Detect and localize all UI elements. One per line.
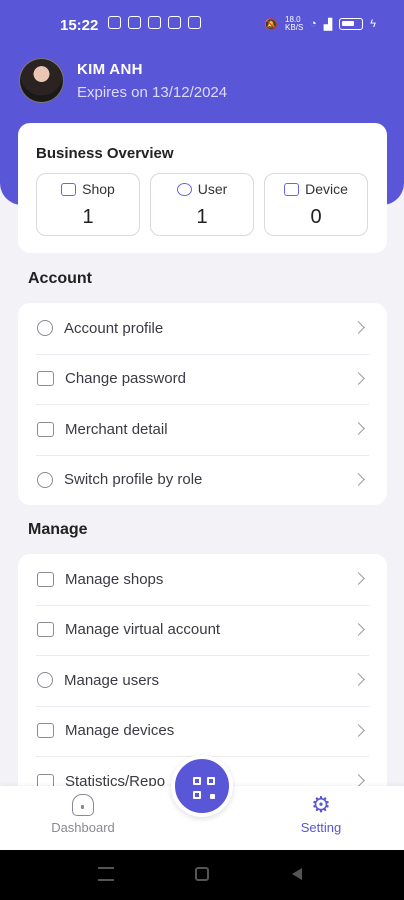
stat-device[interactable]: Device 0: [264, 173, 368, 236]
tab-label: Dashboard: [51, 820, 115, 835]
stat-value: 0: [310, 206, 322, 228]
business-overview-card: Business Overview Shop 1 User 1 Device 0: [18, 123, 387, 253]
chevron-right-icon: [352, 622, 365, 636]
tab-setting[interactable]: ⚙ Setting: [271, 792, 371, 836]
charging-icon: ϟ: [370, 18, 376, 30]
profile-name: KIM ANH: [77, 60, 143, 78]
qr-code-icon: [193, 777, 215, 799]
chevron-right-icon: [352, 723, 365, 737]
menu-switch-profile[interactable]: Switch profile by role: [18, 454, 387, 506]
chevron-right-icon: [352, 572, 365, 585]
users-icon: [176, 182, 192, 196]
qr-scan-button[interactable]: [171, 755, 233, 817]
chevron-right-icon: [352, 774, 365, 786]
manage-section-title: Manage: [28, 521, 88, 538]
menu-account-profile[interactable]: Account profile: [18, 303, 387, 354]
devices-icon: [284, 182, 300, 196]
store-icon: [37, 571, 54, 587]
system-navigation-bar: [0, 850, 404, 900]
menu-manage-shops[interactable]: Manage shops: [18, 554, 387, 605]
status-bar: 15:22 🔕 18.0 KB/S ◔ ▟ ϟ: [0, 0, 404, 50]
instagram-icon: [128, 16, 141, 29]
chevron-right-icon: [352, 371, 365, 385]
bank-icon: [37, 421, 54, 437]
wifi-icon: ◔: [310, 18, 317, 30]
tiktok-icon: [168, 16, 181, 29]
gear-icon: ⚙: [311, 792, 331, 817]
network-speed: 18.0 KB/S: [285, 15, 304, 32]
menu-label: Merchant detail: [65, 420, 168, 438]
menu-manage-users[interactable]: Manage users: [18, 655, 387, 706]
status-time: 15:22: [60, 17, 99, 34]
manage-menu: Manage shops Manage virtual account Mana…: [18, 554, 387, 786]
store-icon: [61, 182, 77, 196]
stat-label: Device: [305, 181, 348, 197]
users-icon: [37, 672, 53, 689]
menu-label: Statistics/Repo: [65, 772, 166, 786]
chevron-right-icon: [352, 673, 365, 686]
mute-icon: 🔕: [264, 18, 279, 31]
stat-value: 1: [196, 206, 208, 228]
notification-icons: [108, 16, 201, 29]
menu-label: Manage virtual account: [65, 621, 221, 639]
lock-icon: [37, 371, 54, 387]
stat-user[interactable]: User 1: [150, 173, 254, 236]
stat-label: User: [197, 181, 228, 197]
switch-user-icon: [37, 471, 53, 488]
menu-manage-virtual-account[interactable]: Manage virtual account: [18, 604, 387, 656]
menu-manage-devices[interactable]: Manage devices: [18, 705, 387, 757]
avatar[interactable]: [19, 58, 64, 103]
chevron-right-icon: [352, 472, 365, 486]
stat-shop[interactable]: Shop 1: [36, 173, 140, 236]
menu-label: Switch profile by role: [64, 471, 203, 489]
chevron-right-icon: [352, 321, 365, 334]
profile-header[interactable]: KIM ANH Expires on 13/12/2024: [19, 58, 227, 103]
signal-icon: ▟: [323, 18, 333, 31]
tab-dashboard[interactable]: Dashboard: [33, 794, 133, 835]
youtube-icon: [188, 16, 201, 29]
devices-icon: [37, 723, 54, 739]
menu-label: Change password: [65, 370, 186, 388]
back-icon[interactable]: [292, 868, 302, 880]
battery-icon: [339, 18, 364, 30]
home-icon: [72, 794, 94, 816]
menu-merchant-detail[interactable]: Merchant detail: [18, 404, 387, 455]
app-notification-icon: [108, 16, 121, 29]
card-icon: [37, 622, 54, 638]
menu-label: Manage shops: [65, 570, 164, 588]
menu-label: Manage users: [64, 671, 160, 689]
tab-label: Setting: [300, 820, 342, 835]
profile-expiry: Expires on 13/12/2024: [77, 83, 228, 101]
chevron-right-icon: [352, 422, 365, 435]
shopping-bag-icon: [148, 16, 161, 29]
account-menu: Account profile Change password Merchant…: [18, 303, 387, 505]
chart-icon: [37, 773, 54, 786]
home-button-icon[interactable]: [195, 867, 209, 881]
stat-value: 1: [82, 206, 94, 228]
recent-apps-icon[interactable]: [98, 867, 114, 881]
stat-label: Shop: [82, 181, 115, 197]
menu-change-password[interactable]: Change password: [18, 353, 387, 405]
menu-label: Manage devices: [65, 722, 175, 740]
system-icons: 🔕 18.0 KB/S ◔ ▟ ϟ: [264, 16, 376, 32]
overview-title: Business Overview: [36, 145, 174, 162]
menu-label: Account profile: [64, 319, 164, 337]
user-circle-icon: [37, 320, 53, 337]
account-section-title: Account: [28, 270, 92, 287]
